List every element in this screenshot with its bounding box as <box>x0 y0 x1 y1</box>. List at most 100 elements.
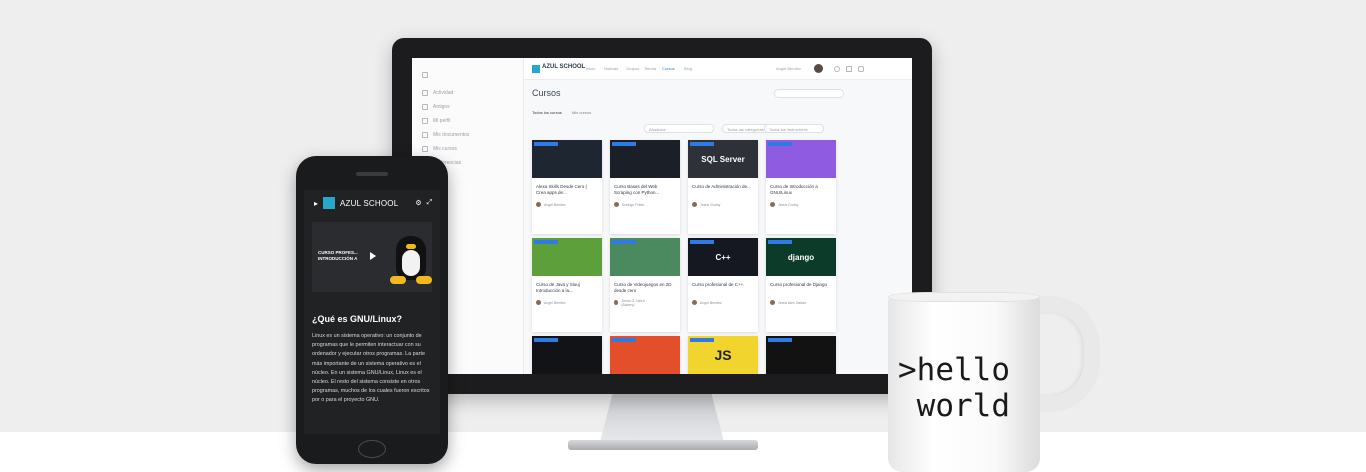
azul-school-logo-icon[interactable] <box>532 65 540 73</box>
tux-foot-icon <box>416 276 432 284</box>
home-button[interactable] <box>358 440 386 458</box>
course-author: Rodrigo Prieto <box>614 202 654 207</box>
course-thumbnail[interactable] <box>766 140 836 178</box>
tab-all-courses[interactable]: Todos los cursos <box>532 110 562 115</box>
course-title[interactable]: Curso profesional de Django <box>770 282 832 288</box>
course-title[interactable]: Curso Bases del Web Scraping con Python.… <box>614 184 676 196</box>
course-card[interactable]: Alexa Skills Desde Cero ( Crea apps de..… <box>532 140 602 234</box>
notifications-icon[interactable] <box>858 66 864 72</box>
cart-icon[interactable] <box>846 66 852 72</box>
course-thumbnail[interactable] <box>532 140 602 178</box>
course-thumbnail[interactable] <box>610 140 680 178</box>
settings-icon[interactable]: ⚙ <box>415 199 421 207</box>
course-thumbnail-label: django <box>787 252 815 262</box>
course-title[interactable]: Curso profesional de C++. <box>692 282 754 288</box>
course-card[interactable]: Curso de Videojuegos en 2D desde cero Jes… <box>610 238 680 332</box>
course-thumbnail[interactable] <box>610 336 680 374</box>
course-title[interactable]: Curso de Videojuegos en 2D desde cero <box>614 282 676 294</box>
course-title[interactable]: Curso de Introducción a GNU/Linux <box>770 184 832 196</box>
course-card[interactable]: django Curso profesional de Django Jesús A… <box>766 238 836 332</box>
author-avatar <box>692 202 697 207</box>
website-header: AZUL SCHOOL Inicio Noticias Grupos Tiend… <box>524 58 912 80</box>
course-status-badge <box>534 142 558 146</box>
course-card[interactable]: Curso Bases del Web Scraping con Python.… <box>610 140 680 234</box>
article-body: Linux es un sistema operativo: un conjun… <box>312 333 430 404</box>
sidebar-item-label: Mis cursos <box>433 146 457 152</box>
user-name[interactable]: Angel Benítez <box>776 66 801 71</box>
course-title[interactable]: Curso de Java y Sluuj Introducción a la.… <box>536 282 598 294</box>
course-thumbnail[interactable]: django <box>766 238 836 276</box>
course-video-player[interactable]: CURSO PROFES... INTRODUCCIÓN A <box>312 222 432 292</box>
mug-rim <box>888 292 1040 302</box>
sidebar-item[interactable]: Amigos <box>422 102 450 112</box>
course-status-badge <box>690 240 714 244</box>
author-name: Angel Benítez <box>544 300 566 305</box>
author-avatar <box>614 300 619 305</box>
author-name: Rodrigo Prieto <box>622 202 645 207</box>
sidebar-item[interactable]: Mi perfil <box>422 116 451 126</box>
nav-link[interactable]: Blog <box>684 66 692 71</box>
sidebar-item[interactable]: Actividad <box>422 88 453 98</box>
course-title[interactable]: Curso de Administración de... <box>692 184 754 190</box>
filter-instructor-select[interactable]: Todos los instructores <box>764 124 824 133</box>
course-thumbnail[interactable] <box>532 336 602 374</box>
mug-line-1: >hello <box>898 352 1010 388</box>
course-card[interactable] <box>532 336 602 374</box>
course-card[interactable]: Curso de Java y Sluuj Introducción a la.… <box>532 238 602 332</box>
course-status-badge <box>768 240 792 244</box>
course-status-badge <box>690 142 714 146</box>
profile-icon <box>422 118 428 124</box>
author-name: Jesús G. Neira (Bakery) <box>621 298 645 307</box>
website-brand[interactable]: AZUL SCHOOL <box>542 64 585 70</box>
course-thumbnail[interactable]: JS <box>688 336 758 374</box>
sidebar-item[interactable]: Mis cursos <box>422 144 457 154</box>
hamburger-icon <box>422 72 428 78</box>
course-thumbnail[interactable]: C++ <box>688 238 758 276</box>
course-title[interactable]: Alexa Skills Desde Cero ( Crea apps de..… <box>536 184 598 196</box>
azul-school-logo-icon[interactable] <box>323 197 336 209</box>
filter-order-select[interactable]: Añadidos <box>644 124 714 133</box>
nav-link[interactable]: Inicio <box>586 66 595 71</box>
course-card[interactable]: SQL Server Curso de Administración de... J… <box>688 140 758 234</box>
sidebar-item-label: Actividad <box>433 90 454 96</box>
nav-link[interactable]: Grupos <box>626 66 639 71</box>
article-heading: ¿Qué es GNU/Linux? <box>312 314 403 324</box>
smartphone: ▸ AZUL SCHOOL ⚙ ⤢ CURSO PROFES... INTROD… <box>296 156 448 464</box>
menu-icon[interactable] <box>422 70 428 80</box>
nav-link[interactable]: Tienda <box>644 66 656 71</box>
play-icon[interactable] <box>370 252 376 260</box>
phone-screen: ▸ AZUL SCHOOL ⚙ ⤢ CURSO PROFES... INTROD… <box>304 190 440 434</box>
course-thumbnail[interactable] <box>766 336 836 374</box>
activity-icon <box>422 90 428 96</box>
desktop-monitor: Actividad Amigos Mi perfil Mis documento… <box>392 38 932 394</box>
author-name: Jesús Godoy <box>700 202 721 207</box>
phone-brand[interactable]: AZUL SCHOOL <box>340 199 398 208</box>
course-author: Angel Benítez <box>692 300 732 305</box>
course-thumbnail-label: SQL Server <box>701 154 745 164</box>
course-card[interactable]: Curso de Introducción a GNU/Linux Jesús G… <box>766 140 836 234</box>
course-thumbnail[interactable]: SQL Server <box>688 140 758 178</box>
monitor-screen: Actividad Amigos Mi perfil Mis documento… <box>412 58 912 374</box>
user-avatar[interactable] <box>814 64 823 73</box>
hamburger-icon[interactable]: ▸ <box>314 199 318 208</box>
course-thumbnail-label: C++ <box>715 252 731 262</box>
course-card[interactable] <box>610 336 680 374</box>
tab-my-courses[interactable]: Mis cursos <box>572 110 591 115</box>
nav-link[interactable]: Noticias <box>604 66 618 71</box>
course-author: Angel Benítez <box>536 300 576 305</box>
search-icon[interactable] <box>834 66 840 72</box>
sidebar-item[interactable]: Mis documentos <box>422 130 469 140</box>
course-card[interactable] <box>766 336 836 374</box>
course-thumbnail[interactable] <box>610 238 680 276</box>
expand-icon[interactable]: ⤢ <box>427 199 433 207</box>
author-name: Angel Benítez <box>700 300 722 305</box>
nav-link-active[interactable]: Cursos <box>662 66 675 71</box>
course-search-input[interactable] <box>774 89 844 98</box>
course-card[interactable]: JS <box>688 336 758 374</box>
author-avatar <box>692 300 697 305</box>
page-title: Cursos <box>532 88 561 98</box>
course-card[interactable]: C++ Curso profesional de C++. Angel Beníte… <box>688 238 758 332</box>
course-status-badge <box>612 338 636 342</box>
course-thumbnail[interactable] <box>532 238 602 276</box>
monitor-stand-neck <box>600 394 724 442</box>
